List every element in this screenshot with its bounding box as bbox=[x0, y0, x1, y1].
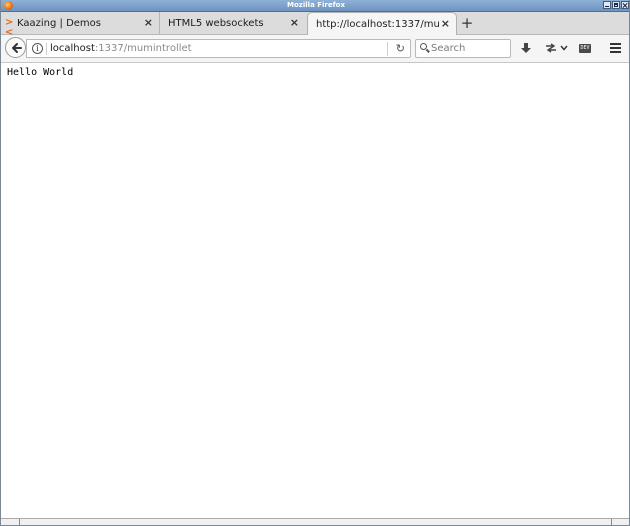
close-tab-icon[interactable]: × bbox=[441, 18, 450, 29]
maximize-icon[interactable] bbox=[612, 1, 620, 9]
close-tab-icon[interactable]: × bbox=[144, 17, 153, 28]
addon-icon bbox=[545, 43, 556, 53]
search-bar[interactable] bbox=[415, 39, 511, 58]
scrollbar-mark bbox=[19, 519, 20, 525]
developer-tools-icon: DEV bbox=[579, 43, 591, 53]
search-input[interactable] bbox=[431, 41, 507, 56]
tab-strip: >< Kaazing | Demos × HTML5 websockets × … bbox=[1, 12, 629, 38]
title-bar: Mozilla Firefox bbox=[1, 0, 629, 12]
tab-kaazing-demos[interactable]: >< Kaazing | Demos × bbox=[1, 12, 159, 38]
new-tab-icon[interactable]: + bbox=[459, 15, 475, 31]
developer-tools-button[interactable]: DEV bbox=[578, 40, 592, 56]
tab-label: Kaazing | Demos bbox=[17, 17, 101, 29]
menu-line bbox=[609, 43, 621, 45]
reload-icon[interactable]: ↻ bbox=[396, 42, 405, 56]
addon-button[interactable] bbox=[542, 40, 570, 56]
url-separator bbox=[46, 43, 47, 55]
minimize-icon[interactable] bbox=[603, 1, 611, 9]
url-text[interactable]: localhost:1337/mumintrollet bbox=[50, 42, 192, 56]
window-controls bbox=[603, 1, 629, 9]
close-tab-icon[interactable]: × bbox=[290, 17, 299, 28]
tab-html5-websockets[interactable]: HTML5 websockets × bbox=[159, 12, 305, 34]
chevron-down-icon bbox=[559, 45, 568, 51]
close-window-icon[interactable] bbox=[621, 1, 629, 9]
kaazing-logo-icon: >< bbox=[5, 17, 13, 38]
scrollbar-mark bbox=[611, 519, 612, 525]
page-content: Hello World bbox=[2, 63, 629, 520]
navigation-toolbar: i localhost:1337/mumintrollet ↻ DEV bbox=[1, 35, 629, 63]
url-path: :1337/mumintrollet bbox=[94, 43, 192, 54]
menu-line bbox=[609, 51, 621, 53]
hamburger-menu-icon[interactable] bbox=[607, 40, 623, 56]
tab-localhost-active[interactable]: http://localhost:1337/mumintrollet × bbox=[307, 12, 457, 35]
info-icon[interactable]: i bbox=[32, 43, 43, 54]
tab-label: HTML5 websockets bbox=[168, 17, 264, 29]
download-button[interactable] bbox=[518, 40, 534, 56]
menu-line bbox=[609, 47, 621, 49]
bottom-scrollbar[interactable] bbox=[1, 518, 629, 525]
back-button[interactable] bbox=[5, 37, 26, 58]
tab-label: http://localhost:1337/mumintrollet bbox=[316, 18, 440, 30]
reload-separator bbox=[387, 42, 388, 56]
back-arrow-icon bbox=[11, 42, 22, 53]
page-text: Hello World bbox=[7, 67, 74, 78]
window-title: Mozilla Firefox bbox=[287, 1, 345, 9]
url-bar[interactable]: i localhost:1337/mumintrollet ↻ bbox=[26, 39, 411, 58]
url-host: localhost bbox=[50, 43, 95, 54]
browser-window: Mozilla Firefox >< Kaazing | Demos × HTM… bbox=[0, 0, 630, 526]
download-arrow-icon bbox=[521, 43, 531, 53]
search-icon bbox=[420, 43, 427, 50]
